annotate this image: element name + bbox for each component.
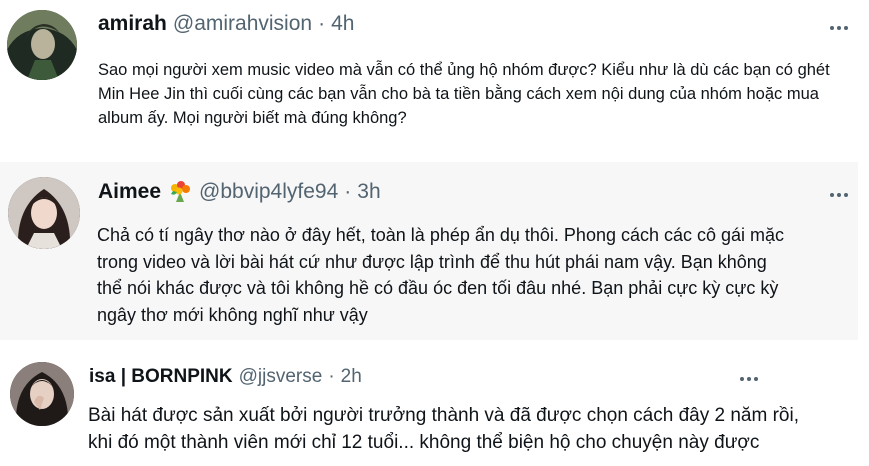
display-name[interactable]: Aimee [98,180,161,204]
avatar-image [7,10,77,80]
tweet-text-line: Sao mọi người xem music video mà vẫn có … [98,61,830,79]
separator-dot: · [318,12,326,35]
tweet-header: Aimee @bbvip4lyfe94 · 3h [98,180,381,204]
tweet-2[interactable]: Aimee @bbvip4lyfe94 · 3h Chả có tí ngây … [0,162,858,340]
tweet-text: Bài hát được sản xuất bởi người trưởng t… [88,402,848,456]
avatar-image [8,177,80,249]
avatar[interactable] [7,10,77,80]
tweet-text-line: Min Hee Jin thì cuối cùng các bạn vẫn ch… [98,85,819,103]
more-options-icon[interactable] [736,373,762,385]
user-handle[interactable]: @bbvip4lyfe94 [199,180,338,204]
tweet-text-line: Chả có tí ngây thơ nào ở đây hết, toàn l… [97,225,785,245]
tweet-text-line: ngây thơ mới không nghĩ như vậy [97,304,368,325]
tweet-text: Sao mọi người xem music video mà vẫn có … [98,58,858,130]
tweet-header: isa | BORNPINK @jjsverse · 2h [89,366,362,388]
avatar[interactable] [8,177,80,249]
timestamp[interactable]: 2h [341,366,362,388]
more-options-icon[interactable] [826,189,852,201]
tweet-text-line: Bài hát được sản xuất bởi người trưởng t… [88,405,799,426]
divider [0,148,869,162]
tweet-text-line: trong video và lời bài hát cứ như được l… [97,251,767,272]
tweet-3[interactable]: isa | BORNPINK @jjsverse · 2h Bài hát đư… [0,350,869,466]
tweet-text-line: album ấy. Mọi người biết mà đúng không? [98,109,407,127]
display-name[interactable]: isa | BORNPINK [89,366,233,388]
tweet-text-line: thể nói khác được và tôi không hề có đầu… [97,278,779,298]
user-handle[interactable]: @amirahvision [173,12,312,36]
bouquet-icon [167,180,193,204]
separator-dot: · [344,180,352,203]
timestamp[interactable]: 4h [331,12,354,36]
avatar[interactable] [10,362,74,426]
display-name[interactable]: amirah [98,12,167,36]
separator-dot: · [328,366,335,387]
avatar-image [10,362,74,426]
tweet-text: Chả có tí ngây thơ nào ở đây hết, toàn l… [97,222,837,328]
more-options-icon[interactable] [826,22,852,34]
tweet-header: amirah @amirahvision · 4h [98,12,354,36]
timestamp[interactable]: 3h [357,180,380,204]
tweet-1[interactable]: amirah @amirahvision · 4h Sao mọi người … [0,0,869,148]
user-handle[interactable]: @jjsverse [239,366,323,388]
tweet-text-line: khi đó một thành viên mới chỉ 12 tuổi...… [88,432,760,453]
